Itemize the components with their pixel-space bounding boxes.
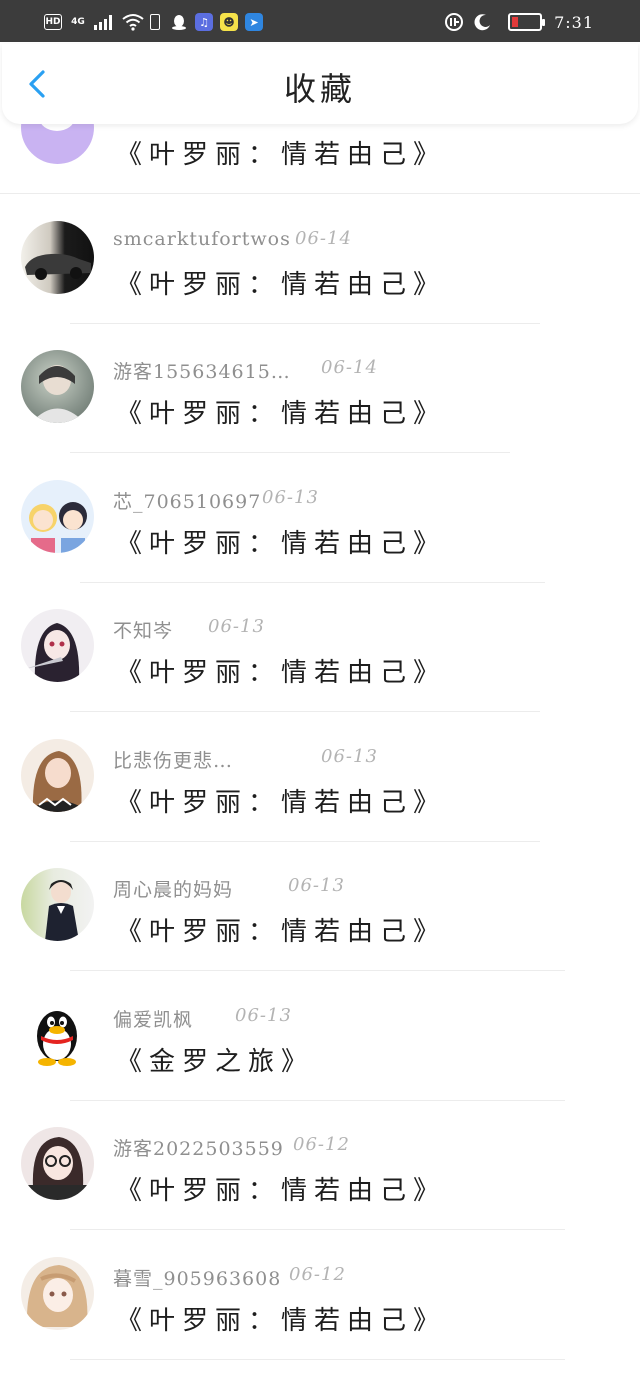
username: 不知岑 (113, 620, 174, 642)
item-meta: 比悲伤更悲… 06-13 (113, 746, 377, 772)
do-not-disturb-icon (474, 13, 492, 31)
avatar[interactable] (21, 997, 94, 1071)
favorite-date: 06-13 (321, 745, 378, 767)
item-meta: 偏爱凯枫 06-13 (113, 1005, 291, 1031)
list-item[interactable]: 游客155634615… 06-14 《叶罗丽：情若由己》 (0, 323, 640, 453)
username: smcarktufortwos (113, 227, 291, 250)
avatar[interactable] (21, 609, 94, 682)
list-item[interactable]: smcarktufortwos 06-14 《叶罗丽：情若由己》 (0, 194, 640, 324)
favorite-date: 06-13 (235, 1004, 292, 1026)
eye-care-icon (444, 12, 464, 32)
book-title[interactable]: 《金罗之旅》 (116, 1041, 314, 1078)
favorites-list: 《叶罗丽：情若由己》 smcarktufortwos 06-14 《叶罗丽：情若… (0, 64, 640, 1360)
username: 暮雪_905963608 (113, 1267, 282, 1290)
favorite-date: 06-12 (289, 1263, 346, 1285)
item-meta: 不知岑 06-13 (113, 616, 264, 642)
item-meta: 游客155634615… 06-14 (113, 357, 377, 383)
vibrate-icon (150, 14, 160, 30)
username: 比悲伤更悲… (113, 749, 234, 772)
favorite-date: 06-13 (288, 875, 345, 896)
avatar[interactable] (21, 220, 94, 294)
avatar[interactable] (21, 868, 94, 941)
map-app-icon: ➤ (245, 13, 263, 31)
favorite-date: 06-13 (262, 486, 319, 508)
book-title[interactable]: 《叶罗丽：情若由己》 (116, 1300, 446, 1337)
username: 偏爱凯枫 (113, 1008, 194, 1031)
item-meta: smcarktufortwos 06-14 (113, 227, 351, 254)
network-type-icon: 4G (71, 16, 85, 27)
avatar[interactable] (21, 479, 94, 553)
username: 芯_706510697 (113, 490, 262, 513)
divider (70, 1358, 565, 1360)
battery-icon (508, 13, 546, 31)
item-meta: 暮雪_905963608 06-12 (113, 1264, 345, 1290)
avatar[interactable] (21, 1256, 94, 1330)
list-item[interactable]: 暮雪_905963608 06-12 《叶罗丽：情若由己》 (0, 1230, 640, 1360)
list-item[interactable]: 周心晨的妈妈 06-13 《叶罗丽：情若由己》 (0, 841, 640, 971)
username: 游客2022503559 (113, 1138, 284, 1160)
page-title: 收藏 (283, 70, 356, 108)
book-title[interactable]: 《叶罗丽：情若由己》 (116, 782, 446, 819)
qq-icon (170, 13, 188, 31)
book-title[interactable]: 《叶罗丽：情若由己》 (116, 911, 446, 948)
book-title[interactable]: 《叶罗丽：情若由己》 (116, 652, 446, 689)
avatar[interactable] (21, 350, 94, 423)
header-bar: 收藏 (2, 44, 638, 124)
book-title[interactable]: 《叶罗丽：情若由己》 (116, 523, 446, 560)
username: 周心晨的妈妈 (113, 879, 234, 901)
book-title[interactable]: 《叶罗丽：情若由己》 (116, 393, 446, 430)
list-item[interactable]: 游客2022503559 06-12 《叶罗丽：情若由己》 (0, 1100, 640, 1230)
favorite-date: 06-12 (293, 1134, 350, 1155)
list-item[interactable]: 不知岑 06-13 《叶罗丽：情若由己》 (0, 582, 640, 712)
item-meta: 游客2022503559 06-12 (113, 1134, 349, 1160)
wifi-icon (122, 13, 144, 31)
username: 游客155634615… (113, 361, 291, 383)
favorite-date: 06-13 (208, 616, 265, 637)
book-title[interactable]: 《叶罗丽：情若由己》 (116, 1170, 446, 1207)
list-item[interactable]: 偏爱凯枫 06-13 《金罗之旅》 (0, 971, 640, 1101)
item-meta: 芯_706510697 06-13 (113, 487, 318, 513)
list-item[interactable]: 比悲伤更悲… 06-13 《叶罗丽：情若由己》 (0, 712, 640, 842)
music-app-icon: ♫ (195, 13, 213, 31)
avatar[interactable] (21, 1127, 94, 1200)
hd-icon: HD (44, 14, 62, 30)
book-title[interactable]: 《叶罗丽：情若由己》 (116, 264, 446, 301)
item-meta: 周心晨的妈妈 06-13 (113, 875, 344, 901)
favorite-date: 06-14 (295, 227, 352, 249)
book-title[interactable]: 《叶罗丽：情若由己》 (116, 134, 446, 171)
favorite-date: 06-14 (321, 357, 378, 378)
avatar[interactable] (21, 738, 94, 812)
list-item[interactable]: 芯_706510697 06-13 《叶罗丽：情若由己》 (0, 453, 640, 583)
status-bar: HD 4G ♫ ☻ ➤ 7:31 (0, 0, 640, 42)
chat-app-icon: ☻ (220, 13, 238, 31)
signal-icon (94, 14, 116, 30)
clock: 7:31 (554, 12, 594, 32)
